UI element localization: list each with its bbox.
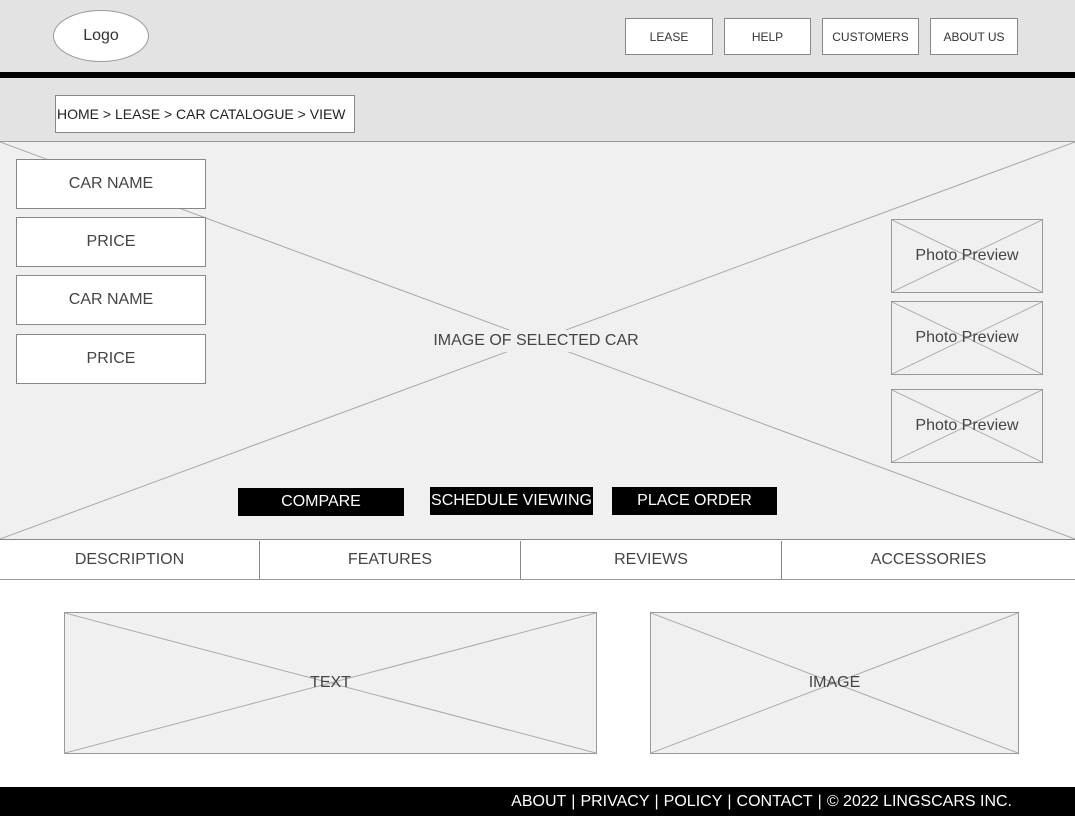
footer-privacy-link[interactable]: PRIVACY — [580, 793, 649, 811]
price-2-button[interactable]: PRICE — [16, 334, 206, 384]
image-placeholder-label: IMAGE — [808, 674, 861, 691]
photo-preview-3[interactable]: Photo Preview — [891, 389, 1043, 463]
car-name-1-button[interactable]: CAR NAME — [16, 159, 206, 209]
nav-lease-button[interactable]: LEASE — [625, 18, 713, 55]
footer-separator: | — [727, 792, 732, 810]
photo-preview-label: Photo Preview — [915, 329, 1019, 346]
site-footer: ABOUT | PRIVACY | POLICY | CONTACT | © 2… — [0, 787, 1075, 816]
photo-preview-label: Photo Preview — [915, 417, 1019, 434]
photo-preview-label: Photo Preview — [915, 247, 1019, 264]
footer-copyright: © 2022 LINGSCARS INC. — [826, 792, 1012, 810]
tab-accessories[interactable]: ACCESSORIES — [782, 541, 1075, 579]
footer-about-link[interactable]: ABOUT — [511, 793, 566, 811]
breadcrumb[interactable]: HOME > LEASE > CAR CATALOGUE > VIEW — [55, 95, 355, 133]
footer-contact-link[interactable]: CONTACT — [737, 793, 813, 811]
logo[interactable]: Logo — [53, 10, 149, 62]
description-text-block: TEXT — [64, 612, 597, 754]
place-order-button[interactable]: PLACE ORDER — [612, 487, 777, 515]
footer-separator: | — [571, 792, 576, 810]
nav-customers-button[interactable]: CUSTOMERS — [822, 18, 919, 55]
hero-label-wrap: IMAGE OF SELECTED CAR — [386, 330, 686, 352]
price-1-button[interactable]: PRICE — [16, 217, 206, 267]
footer-separator: | — [817, 792, 822, 810]
tab-features[interactable]: FEATURES — [260, 541, 521, 579]
selected-car-image-label: IMAGE OF SELECTED CAR — [433, 332, 639, 349]
car-name-2-button[interactable]: CAR NAME — [16, 275, 206, 325]
description-image: IMAGE — [650, 612, 1019, 754]
footer-separator: | — [654, 792, 659, 810]
nav-help-button[interactable]: HELP — [724, 18, 811, 55]
photo-preview-2[interactable]: Photo Preview — [891, 301, 1043, 375]
compare-button[interactable]: COMPARE — [238, 488, 404, 516]
photo-preview-1[interactable]: Photo Preview — [891, 219, 1043, 293]
tab-reviews[interactable]: REVIEWS — [521, 541, 782, 579]
tab-description[interactable]: DESCRIPTION — [0, 541, 260, 579]
text-placeholder-label: TEXT — [310, 674, 351, 691]
footer-policy-link[interactable]: POLICY — [664, 793, 723, 811]
nav-about-us-button[interactable]: ABOUT US — [930, 18, 1018, 55]
schedule-viewing-button[interactable]: SCHEDULE VIEWING — [430, 487, 593, 515]
